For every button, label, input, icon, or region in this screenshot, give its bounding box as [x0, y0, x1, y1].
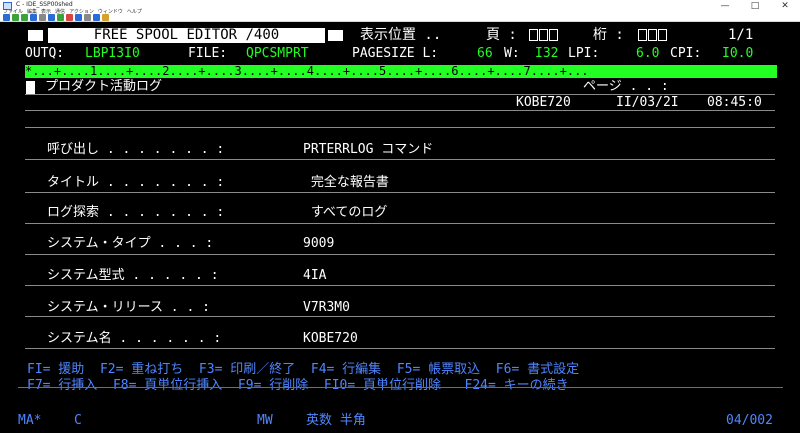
toolbar-button-icon[interactable] — [84, 14, 91, 21]
report-heading[interactable]: プロダクト活動ログ — [45, 80, 162, 94]
cursor-position: 04/002 — [726, 413, 773, 428]
pagesize-l-value: 66 — [477, 46, 493, 61]
detail-label[interactable]: システム・リリース . . : — [47, 301, 210, 315]
toolbar-button-icon[interactable] — [21, 14, 28, 21]
detail-value[interactable]: V7R3M0 — [303, 301, 350, 315]
detail-value[interactable]: すべてのログ — [303, 206, 388, 220]
detail-value[interactable]: 4IA — [303, 269, 326, 283]
terminal-screen[interactable]: FREE SPOOL EDITOR /400 表示位置 .. 頁 : 桁 : 1… — [0, 22, 800, 433]
line-separator — [25, 285, 775, 286]
toolbar-button-icon[interactable] — [30, 14, 37, 21]
outq-value: LBPI3I0 — [85, 46, 140, 61]
toolbar-button-icon[interactable] — [12, 14, 19, 21]
window-title: C - IDE_SSP00shed — [16, 1, 73, 8]
page-input[interactable] — [529, 28, 559, 42]
toolbar-button-icon[interactable] — [39, 14, 46, 21]
line-separator — [25, 110, 775, 111]
function-keys-line1: FI= 援助 F2= 重ね打ち F3= 印刷／終了 F4= 行編集 F5= 帳票… — [27, 362, 580, 377]
text-cursor[interactable] — [26, 81, 35, 94]
lpi-label: LPI: — [568, 46, 600, 61]
cpi-value: I0.0 — [722, 46, 754, 61]
window-controls: — □ ✕ — [710, 0, 800, 12]
line-separator — [25, 254, 775, 255]
status-input-mode: 英数 半角 — [306, 413, 366, 428]
close-icon[interactable]: ✕ — [770, 0, 800, 12]
toolbar-button-icon[interactable] — [75, 14, 82, 21]
w-label: W: — [504, 46, 520, 61]
toolbar-button-icon[interactable] — [66, 14, 73, 21]
report-page-label[interactable]: ページ . . : — [583, 80, 669, 94]
file-value: QPCSMPRT — [246, 46, 309, 61]
detail-label[interactable]: 呼び出し . . . . . . . : — [47, 143, 224, 157]
window-titlebar: C - IDE_SSP00shed ファイル 編集 表示 通信 アクション ウィ… — [0, 0, 800, 22]
column-label: 桁 : — [593, 27, 624, 43]
page-label: 頁 : — [486, 27, 517, 43]
detail-value[interactable]: 完全な報告書 — [303, 176, 389, 190]
toolbar-button-icon[interactable] — [48, 14, 55, 21]
toolbar-button-icon[interactable] — [93, 14, 100, 21]
file-label: FILE: — [188, 46, 228, 61]
toolbar — [3, 14, 109, 21]
line-separator — [25, 316, 775, 317]
function-keys-line2: F7= 行挿入 F8= 頁単位行挿入 F9= 行削除 FI0= 頁単位行削除 F… — [27, 378, 569, 393]
minimize-icon[interactable]: — — [710, 0, 740, 12]
line-separator — [25, 127, 775, 128]
toolbar-button-icon[interactable] — [3, 14, 10, 21]
toolbar-button-icon[interactable] — [57, 14, 64, 21]
editor-title: FREE SPOOL EDITOR /400 — [48, 28, 325, 43]
line-separator — [25, 348, 775, 349]
header-block-right — [328, 30, 343, 41]
w-value: I32 — [535, 46, 559, 61]
report-system[interactable]: KOBE720 — [516, 96, 571, 110]
toolbar-button-icon[interactable] — [102, 14, 109, 21]
menu-help[interactable]: ヘルプ — [127, 8, 142, 15]
report-time[interactable]: 08:45:0 — [707, 96, 762, 110]
status-mode: MA* — [18, 413, 42, 428]
detail-label[interactable]: システム名 . . . . . . : — [47, 332, 221, 346]
detail-label[interactable]: ログ探索 . . . . . . . : — [47, 206, 224, 220]
header-block-left — [28, 30, 43, 41]
cpi-label: CPI: — [670, 46, 702, 61]
maximize-icon[interactable]: □ — [740, 0, 770, 12]
detail-label[interactable]: システム・タイプ . . . : — [47, 237, 213, 251]
outq-label: OUTQ: — [25, 46, 65, 61]
column-ruler: *...+....1....+....2....+....3....+....4… — [25, 65, 777, 78]
report-date[interactable]: II/03/2I — [616, 96, 679, 110]
line-separator — [25, 159, 775, 160]
page-count: 1/1 — [728, 27, 754, 43]
status-divider — [18, 387, 783, 388]
detail-value[interactable]: KOBE720 — [303, 332, 358, 346]
line-separator — [25, 223, 775, 224]
pagesize-label: PAGESIZE L: — [352, 46, 439, 61]
status-session: C — [74, 413, 82, 428]
lpi-value: 6.0 — [636, 46, 660, 61]
detail-value[interactable]: 9009 — [303, 237, 334, 251]
detail-value[interactable]: PRTERRLOG コマンド — [303, 143, 433, 157]
position-label: 表示位置 .. — [360, 27, 442, 43]
status-mw: MW — [257, 413, 273, 428]
detail-label[interactable]: タイトル . . . . . . . : — [47, 176, 224, 190]
column-input[interactable] — [638, 28, 668, 42]
detail-label[interactable]: システム型式 . . . . . : — [47, 269, 219, 283]
line-separator — [25, 192, 775, 193]
